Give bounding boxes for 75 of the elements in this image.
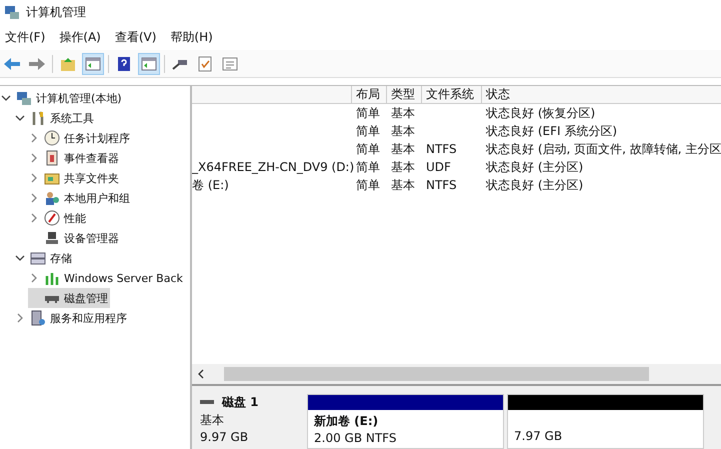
log-icon [44,150,60,166]
storage-icon [30,250,46,266]
horizontal-scrollbar[interactable] [192,364,721,384]
partition-block[interactable]: 新加卷 (E:) 2.00 GB NTFS [307,394,504,449]
device-icon [44,230,60,246]
computer-icon [4,4,20,20]
chevron-right-icon[interactable] [29,173,39,183]
table-cell: 基本 [391,158,415,176]
tree-item[interactable]: 存储 [14,248,74,268]
tree-item[interactable]: 性能 [28,208,88,228]
menu-item[interactable]: 操作(A) [59,28,101,46]
users-icon [44,190,60,206]
column-header[interactable]: 状态 [482,86,721,104]
tree-item[interactable]: 事件查看器 [28,148,121,168]
table-cell: 基本 [391,104,415,122]
tree-item[interactable]: 服务和应用程序 [14,308,129,328]
partition-label: 新加卷 (E:) [314,413,380,430]
table-cell: 状态良好 (主分区) [486,158,584,176]
table-cell: 简单 [356,104,380,122]
menu-item[interactable]: 查看(V) [114,28,156,46]
table-cell: NTFS [426,142,457,156]
tree-item[interactable]: 计算机管理(本地) [0,88,124,108]
table-cell: 简单 [356,176,380,194]
table-cell: 基本 [391,122,415,140]
table-cell: NTFS [426,178,457,192]
window-title: 计算机管理 [26,4,86,20]
table-cell: 状态良好 (EFI 系统分区) [486,122,618,140]
pane-icon[interactable] [139,54,159,74]
server-icon [30,310,46,326]
column-header[interactable]: 布局 [352,86,387,104]
table-cell: 状态良好 (主分区) [486,176,584,194]
partition-detail: 2.00 GB NTFS [314,431,398,445]
tree-item[interactable]: 共享文件夹 [28,168,121,188]
pane-icon[interactable] [83,54,103,74]
table-cell: _X64FREE_ZH-CN_DV9 (D:) [192,160,354,174]
chevron-down-icon[interactable] [15,253,25,263]
table-cell: 卷 (E:) [192,176,229,194]
tree-item[interactable]: 本地用户和组 [28,188,132,208]
chevron-down-icon[interactable] [1,93,11,103]
tree-item[interactable]: 磁盘管理 [28,288,110,308]
table-cell: 状态良好 (恢复分区) [486,104,596,122]
chevron-down-icon[interactable] [15,113,25,123]
partition-detail: 7.97 GB [514,429,564,443]
column-header[interactable]: 类型 [387,86,422,104]
clock-icon [44,130,60,146]
table-cell: 基本 [391,140,415,158]
tree-item[interactable]: 任务计划程序 [28,128,132,148]
chevron-right-icon[interactable] [29,193,39,203]
scrollbar-thumb[interactable] [224,367,649,381]
disk-drive-icon [200,400,214,406]
menu-item[interactable]: 帮助(H) [170,28,213,46]
tree-item[interactable]: 系统工具 [14,108,96,128]
computer-icon [16,90,32,106]
table-cell: 简单 [356,122,380,140]
disk-type: 基本 [200,412,225,429]
disk-name: 磁盘 1 [222,394,259,411]
partition-block[interactable]: 7.97 GB [507,394,704,449]
table-cell: 简单 [356,140,380,158]
table-cell: 基本 [391,176,415,194]
tree-item[interactable]: Windows Server Back [28,268,185,288]
tree-item[interactable]: 设备管理器 [28,228,121,248]
table-cell: 简单 [356,158,380,176]
tools-icon [30,110,46,126]
gauge-icon [44,210,60,226]
chevron-right-icon[interactable] [29,273,39,283]
chevron-right-icon[interactable] [29,153,39,163]
table-cell: UDF [426,160,451,174]
table-cell: 状态良好 (启动, 页面文件, 故障转储, 主分区 [486,140,721,158]
column-header[interactable]: 文件系统 [422,86,482,104]
disk-size: 9.97 GB [200,430,250,444]
plant-icon [44,270,60,286]
chevron-right-icon[interactable] [15,313,25,323]
chevron-right-icon[interactable] [29,133,39,143]
chevron-right-icon[interactable] [29,213,39,223]
menu-item[interactable]: 文件(F) [5,28,46,46]
